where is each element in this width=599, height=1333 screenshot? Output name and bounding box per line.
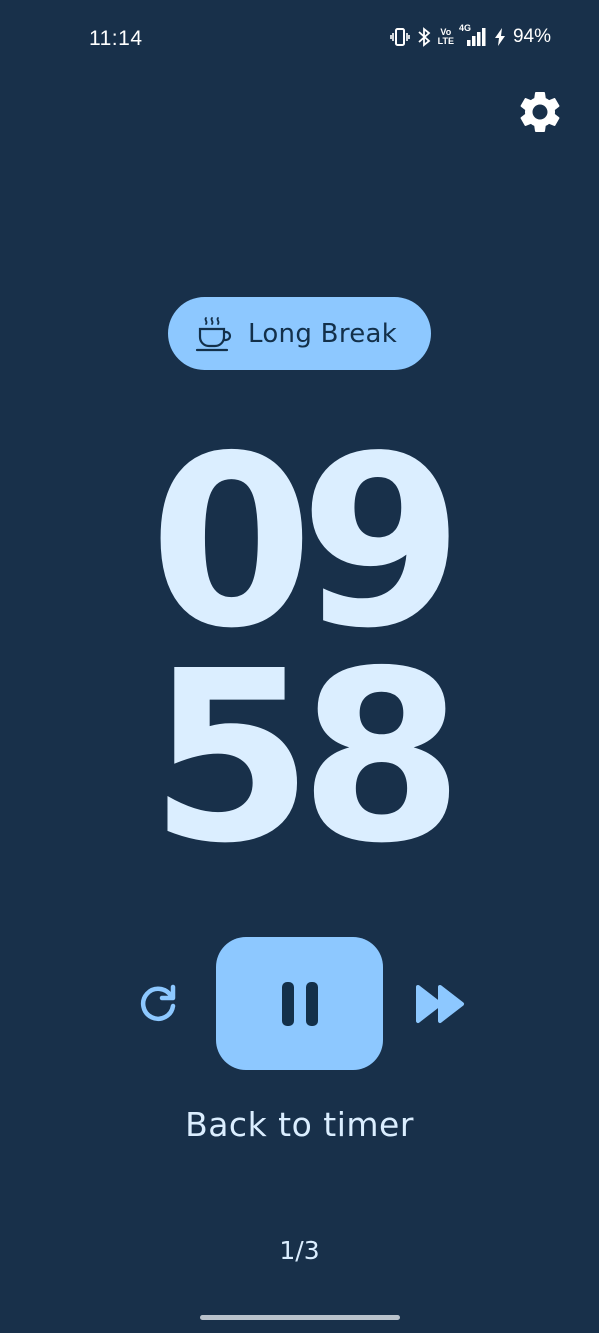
settings-button[interactable]	[514, 86, 566, 138]
timer-seconds: 58	[149, 620, 463, 895]
volte-bottom-label: LTE	[437, 36, 454, 46]
battery-percent: 94%	[512, 26, 551, 47]
page-indicator: 1/3	[279, 1236, 320, 1265]
gear-icon	[520, 92, 560, 132]
status-icons: Vo LTE 4G 94%	[389, 23, 551, 48]
status-time: 11:14	[89, 27, 143, 50]
skip-button[interactable]	[414, 983, 466, 1025]
reset-button[interactable]	[135, 981, 181, 1027]
coffee-cup-icon	[195, 316, 232, 351]
timer-screen: 11:14 Vo LTE 4G 94% Long Break 09 58 Bac…	[0, 0, 599, 1333]
network-label: 4G	[458, 23, 471, 33]
volte-icon: Vo LTE	[438, 28, 454, 46]
mode-label: Long Break	[248, 318, 398, 349]
charging-icon	[494, 27, 506, 47]
signal-icon: 4G	[459, 23, 487, 47]
back-to-timer-link[interactable]: Back to timer	[0, 1105, 599, 1144]
mode-indicator: Long Break	[168, 297, 431, 370]
pause-icon	[281, 981, 318, 1026]
refresh-icon	[140, 984, 176, 1021]
bluetooth-icon	[417, 27, 431, 47]
fast-forward-icon	[416, 985, 464, 1023]
pause-button[interactable]	[216, 937, 383, 1070]
home-indicator[interactable]	[200, 1315, 400, 1320]
vibrate-icon	[389, 27, 410, 47]
